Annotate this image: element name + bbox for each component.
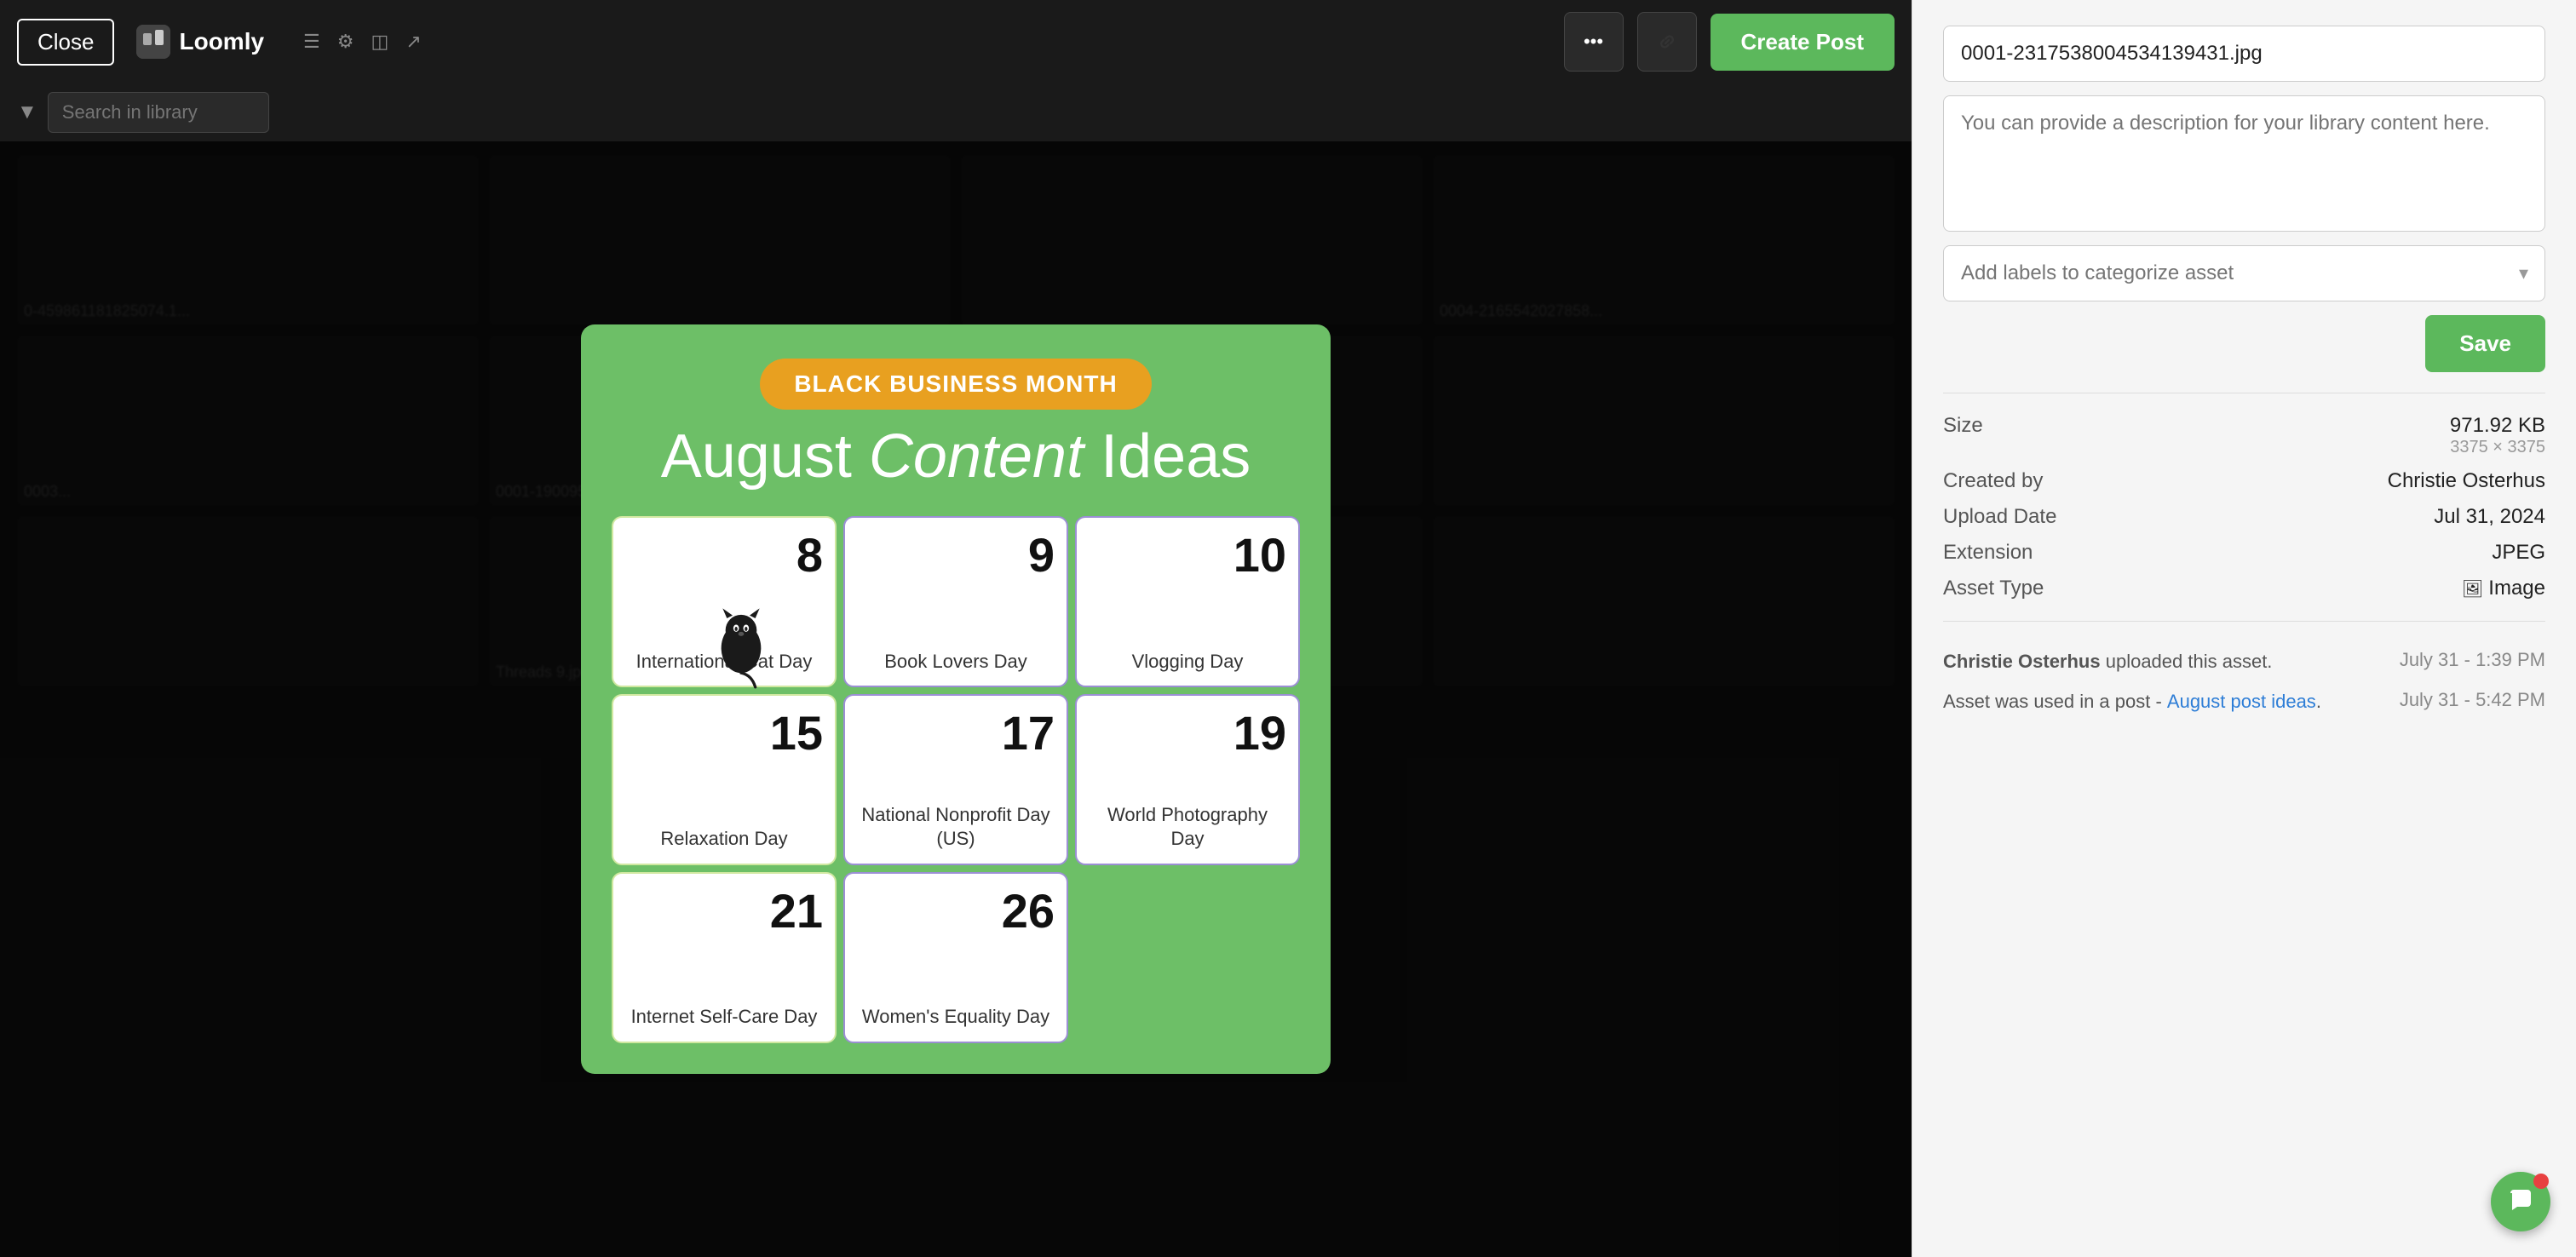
nav-icon-4[interactable]: ↗ (405, 31, 421, 53)
logo-text: Loomly (179, 28, 264, 55)
activity-time-2: July 31 - 5:42 PM (2400, 689, 2545, 711)
activity-link[interactable]: August post ideas (2167, 691, 2316, 712)
nav-icon-3[interactable]: ◫ (371, 31, 389, 53)
activity-text-1: Christie Osterhus uploaded this asset. (1943, 649, 2389, 675)
more-options-button[interactable]: ••• (1564, 12, 1624, 72)
size-values: 971.92 KB 3375 × 3375 (2450, 414, 2545, 457)
calendar-cell-26: 26 Women's Equality Day (843, 872, 1068, 1043)
right-panel: Save Size 971.92 KB 3375 × 3375 Created … (1912, 0, 2576, 1257)
divider-2 (1943, 621, 2545, 622)
size-sub: 3375 × 3375 (2450, 438, 2545, 457)
calendar-grid: 8 International Cat Day 9 Book Lovers Da… (612, 516, 1300, 1043)
activity-item-2: Asset was used in a post - August post i… (1943, 689, 2545, 715)
meta-row-upload: Upload Date Jul 31, 2024 (1943, 505, 2545, 529)
library-toolbar: ▼ (0, 83, 1912, 141)
activity-item-1: Christie Osterhus uploaded this asset. J… (1943, 649, 2545, 675)
calendar-cell-15: 15 Relaxation Day (612, 694, 837, 865)
size-value: 971.92 KB (2450, 414, 2545, 437)
created-value: Christie Osterhus (2388, 469, 2545, 493)
filter-icon[interactable]: ▼ (17, 100, 37, 124)
filename-input[interactable] (1943, 26, 2545, 82)
black-business-badge: BLACK BUSINESS MONTH (760, 359, 1151, 410)
meta-row-asset-type: Asset Type 🖼 Image (1943, 577, 2545, 600)
top-bar-right: ••• Create Post (1564, 12, 1895, 72)
image-preview-card: BLACK BUSINESS MONTH August Content Idea… (581, 324, 1331, 1074)
link-button[interactable] (1637, 12, 1697, 72)
asset-type-label: Asset Type (1943, 577, 2044, 600)
top-bar: Close Loomly ☰ ⚙ ◫ ↗ ••• (0, 0, 1912, 83)
logo-icon (136, 25, 170, 59)
labels-input[interactable] (1943, 245, 2545, 301)
calendar-cell-21: 21 Internet Self-Care Day (612, 872, 837, 1043)
modal-overlay: BLACK BUSINESS MONTH August Content Idea… (0, 141, 1912, 1257)
meta-row-created: Created by Christie Osterhus (1943, 469, 2545, 493)
calendar-cell-9: 9 Book Lovers Day (843, 516, 1068, 687)
close-button[interactable]: Close (17, 19, 114, 66)
logo-area: Loomly (136, 25, 264, 59)
labels-wrapper (1943, 245, 2545, 301)
size-label: Size (1943, 414, 1983, 438)
activity-section: Christie Osterhus uploaded this asset. J… (1943, 649, 2545, 715)
extension-value: JPEG (2492, 541, 2545, 565)
nav-icons: ☰ ⚙ ◫ ↗ (303, 31, 422, 53)
content-area: 0-459861181825074.1... 0004-216554202785… (0, 141, 1912, 1257)
upload-value: Jul 31, 2024 (2434, 505, 2545, 529)
save-button[interactable]: Save (2425, 315, 2545, 372)
calendar-cell-17: 17 National Nonprofit Day (US) (843, 694, 1068, 865)
meta-row-extension: Extension JPEG (1943, 541, 2545, 565)
asset-type-value: 🖼 Image (2462, 577, 2545, 600)
image-icon: 🖼 (2462, 578, 2483, 600)
cat-icon (707, 606, 775, 691)
calendar-cell-19: 19 World Photography Day (1075, 694, 1300, 865)
chat-button[interactable] (2491, 1172, 2550, 1231)
meta-row-size: Size 971.92 KB 3375 × 3375 (1943, 414, 2545, 457)
content-title: August Content Ideas (661, 423, 1251, 491)
created-label: Created by (1943, 469, 2043, 493)
nav-icon-1[interactable]: ☰ (303, 31, 320, 53)
chat-badge (2533, 1174, 2549, 1189)
description-textarea[interactable] (1943, 95, 2545, 232)
meta-section: Size 971.92 KB 3375 × 3375 Created by Ch… (1943, 414, 2545, 600)
activity-time-1: July 31 - 1:39 PM (2400, 649, 2545, 671)
extension-label: Extension (1943, 541, 2033, 565)
nav-icon-2[interactable]: ⚙ (337, 31, 354, 53)
search-input[interactable] (48, 92, 269, 133)
calendar-cell-10: 10 Vlogging Day (1075, 516, 1300, 687)
activity-text-2: Asset was used in a post - August post i… (1943, 689, 2389, 715)
upload-label: Upload Date (1943, 505, 2056, 529)
create-post-button[interactable]: Create Post (1711, 14, 1895, 71)
